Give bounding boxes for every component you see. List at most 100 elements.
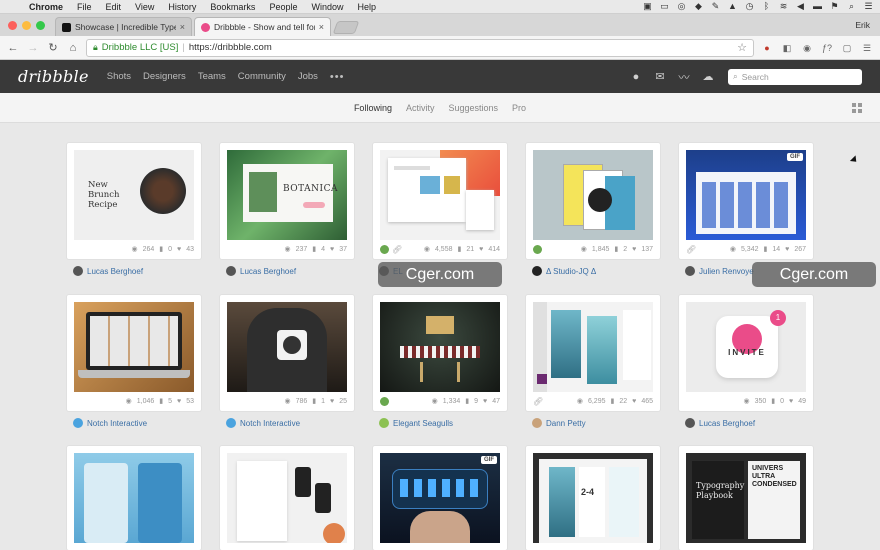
menu-file[interactable]: File — [70, 2, 99, 12]
menu-people[interactable]: People — [262, 2, 304, 12]
shot-author[interactable]: Lucas Berghoef — [685, 416, 755, 430]
tab-dribbble[interactable]: Dribbble - Show and tell for de × — [194, 17, 331, 36]
zoom-window-button[interactable] — [36, 20, 45, 30]
shot-thumbnail[interactable] — [380, 150, 500, 240]
shot-thumbnail[interactable] — [533, 302, 653, 392]
nav-designers[interactable]: Designers — [143, 71, 186, 82]
shot-thumbnail[interactable] — [227, 302, 347, 392]
new-tab-button[interactable] — [332, 21, 360, 34]
heart-icon[interactable]: ♥ — [785, 246, 789, 253]
heart-icon[interactable]: ♥ — [632, 246, 636, 253]
flag-icon[interactable]: ⚑ — [829, 2, 840, 11]
camera-icon[interactable]: ▣ — [642, 2, 653, 11]
wifi-icon[interactable]: ≋ — [778, 2, 789, 11]
search-icon[interactable]: ⌕ — [846, 2, 857, 11]
list-icon[interactable]: ☰ — [863, 2, 874, 11]
shot-card[interactable]: ◉ 1,046 ▮ 5 ♥ 53 — [67, 295, 201, 411]
forward-arrow-icon[interactable]: → — [26, 41, 40, 55]
heart-icon[interactable]: ♥ — [330, 246, 334, 253]
shot-thumbnail[interactable]: New Brunch Recipe — [74, 150, 194, 240]
volume-icon[interactable]: ◀ — [795, 2, 806, 11]
shot-card[interactable]: New Brunch Recipe ◉ 264 ▮ 0 ♥ 43 — [67, 143, 201, 259]
shot-thumbnail[interactable] — [227, 453, 347, 543]
bluetooth-icon[interactable]: ᛒ — [761, 2, 772, 11]
search-input[interactable]: ⌕ Search — [728, 68, 862, 85]
extension-icon[interactable]: ▢ — [840, 41, 854, 55]
shot-thumbnail[interactable] — [74, 302, 194, 392]
pocket-icon[interactable]: ◧ — [780, 41, 794, 55]
heart-icon[interactable]: ♥ — [177, 398, 181, 405]
shot-author[interactable]: Notch Interactive — [226, 416, 300, 430]
grid-view-icon[interactable] — [852, 103, 862, 113]
tab-showcase[interactable]: Showcase | Incredible Types × — [55, 17, 192, 36]
shot-card[interactable]: ◉ 1,845 ▮ 2 ♥ 137 — [526, 143, 660, 259]
close-icon[interactable]: × — [319, 22, 324, 32]
menu-app[interactable]: Chrome — [22, 2, 70, 12]
chrome-menu-icon[interactable]: ☰ — [860, 41, 874, 55]
close-icon[interactable]: × — [180, 22, 185, 32]
nav-jobs[interactable]: Jobs — [298, 71, 318, 82]
shot-author[interactable]: Lucas Berghoef — [73, 264, 143, 278]
profile-avatar-icon[interactable]: ● — [630, 71, 642, 83]
battery-icon[interactable]: ▬ — [812, 2, 823, 11]
tab-pro[interactable]: Pro — [512, 103, 526, 113]
nav-shots[interactable]: Shots — [107, 71, 131, 82]
heart-icon[interactable]: ♥ — [483, 398, 487, 405]
bookmark-star-icon[interactable]: ☆ — [737, 41, 747, 54]
menu-view[interactable]: View — [128, 2, 161, 12]
profile-name[interactable]: Erik — [855, 20, 880, 30]
shield-icon[interactable]: ◉ — [800, 41, 814, 55]
shot-thumbnail[interactable]: GIF — [380, 453, 500, 543]
shot-thumbnail[interactable]: INVITE 1 — [686, 302, 806, 392]
shot-thumbnail[interactable] — [74, 453, 194, 543]
heart-icon[interactable]: ♥ — [479, 246, 483, 253]
menu-window[interactable]: Window — [304, 2, 350, 12]
shot-card[interactable]: ◉ 1,334 ▮ 9 ♥ 47 — [373, 295, 507, 411]
shot-card[interactable]: Typography Playbook UNIVERS ULTRA CONDEN… — [679, 446, 813, 550]
shot-thumbnail[interactable]: 2-4 — [533, 453, 653, 543]
messages-icon[interactable]: ✉ — [654, 70, 666, 83]
nav-more-button[interactable]: ••• — [330, 71, 345, 83]
shot-card[interactable]: GIF 🔗︎ ◉ 5,342 ▮ 14 ♥ 267 — [679, 143, 813, 259]
shot-author[interactable]: Lucas Berghoef — [226, 264, 296, 278]
close-window-button[interactable] — [8, 20, 17, 30]
clock-icon[interactable]: ◷ — [744, 2, 755, 11]
dribbble-logo[interactable]: dribbble — [18, 67, 89, 86]
activity-icon[interactable]: 〰 — [678, 69, 690, 85]
shot-thumbnail[interactable] — [533, 150, 653, 240]
shot-thumbnail[interactable]: BOTANICA — [227, 150, 347, 240]
minimize-window-button[interactable] — [22, 20, 31, 30]
lastpass-icon[interactable]: ● — [760, 41, 774, 55]
shot-author[interactable]: Notch Interactive — [73, 416, 147, 430]
nav-teams[interactable]: Teams — [198, 71, 226, 82]
dropbox-icon[interactable]: ◆ — [693, 2, 704, 11]
menu-edit[interactable]: Edit — [99, 2, 129, 12]
heart-icon[interactable]: ♥ — [789, 398, 793, 405]
shot-card[interactable]: 2-4 — [526, 446, 660, 550]
shot-card[interactable]: BOTANICA ◉ 237 ▮ 4 ♥ 37 — [220, 143, 354, 259]
heart-icon[interactable]: ♥ — [632, 398, 636, 405]
heart-icon[interactable]: ♥ — [330, 398, 334, 405]
shot-author[interactable]: Elegant Seagulls — [379, 416, 453, 430]
menu-history[interactable]: History — [161, 2, 203, 12]
nav-community[interactable]: Community — [238, 71, 286, 82]
menu-bookmarks[interactable]: Bookmarks — [203, 2, 262, 12]
shot-card[interactable]: 🔗︎ ◉ 6,295 ▮ 22 ♥ 465 — [526, 295, 660, 411]
shot-author[interactable]: Julien Renvoye — [685, 264, 754, 278]
shot-author[interactable]: Dann Petty — [532, 416, 586, 430]
shot-card[interactable] — [220, 446, 354, 550]
shot-thumbnail[interactable] — [380, 302, 500, 392]
creative-cloud-icon[interactable]: ◎ — [676, 2, 687, 11]
menu-help[interactable]: Help — [350, 2, 383, 12]
tab-suggestions[interactable]: Suggestions — [448, 103, 498, 113]
back-arrow-icon[interactable]: ← — [6, 41, 20, 55]
shot-author[interactable]: Δ Studio-JQ Δ — [532, 264, 596, 278]
home-icon[interactable]: ⌂ — [66, 41, 80, 55]
shot-card[interactable]: INVITE 1 ◉ 350 ▮ 0 ♥ 49 — [679, 295, 813, 411]
reload-icon[interactable]: ↻ — [46, 41, 60, 55]
fontface-icon[interactable]: ƒ? — [820, 41, 834, 55]
screen-icon[interactable]: ▭ — [659, 2, 670, 11]
tab-following[interactable]: Following — [354, 103, 392, 113]
shot-thumbnail[interactable]: Typography Playbook UNIVERS ULTRA CONDEN… — [686, 453, 806, 543]
shot-card[interactable]: ◉ 786 ▮ 1 ♥ 25 — [220, 295, 354, 411]
